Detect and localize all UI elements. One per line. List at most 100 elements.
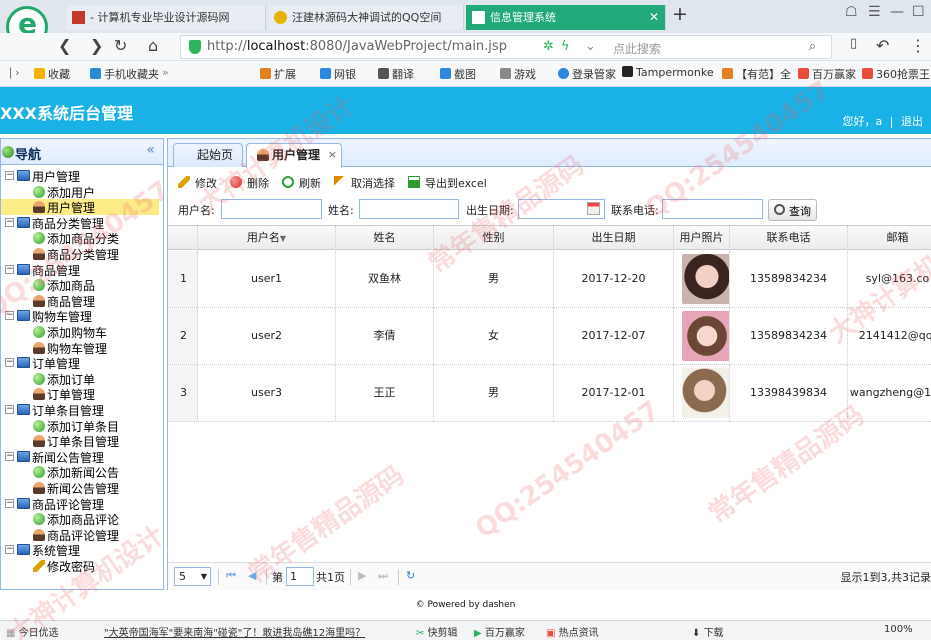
status-item[interactable]: ⬇ 下载 xyxy=(692,624,724,639)
sidebar-item[interactable]: 添加商品分类 xyxy=(1,230,159,246)
search-icon[interactable]: ⌕ xyxy=(809,39,816,54)
sidebar-item[interactable]: 商品评论管理 xyxy=(1,527,159,543)
header-photo[interactable]: 用户照片 xyxy=(674,226,730,250)
sidebar-item[interactable]: 购物车管理 xyxy=(1,340,159,356)
forward-icon[interactable]: ❯ xyxy=(90,36,103,55)
browser-tab-active[interactable]: 信息管理系统 ✕ xyxy=(466,5,666,30)
browser-tab-2[interactable]: 汪建林源码大神调试的QQ空间 xyxy=(268,5,464,30)
sidebar-item[interactable]: 添加新闻公告 xyxy=(1,464,159,480)
nav-group[interactable]: − 商品评论管理 xyxy=(1,496,159,512)
bookmark-item[interactable]: 登录管家 xyxy=(558,66,616,82)
reload-icon[interactable]: ↻ xyxy=(114,36,127,55)
sidebar-item[interactable]: 商品分类管理 xyxy=(1,246,159,262)
first-page-icon[interactable]: ⏮ xyxy=(226,569,236,583)
sidebar-item[interactable]: 商品管理 xyxy=(1,293,159,309)
header-username[interactable]: 用户名▼ xyxy=(198,226,336,250)
status-item[interactable]: ▶ 百万赢家 xyxy=(474,624,525,639)
bookmark-item[interactable]: 游戏 xyxy=(500,66,536,82)
bookmark-item[interactable]: 360抢票王 xyxy=(862,66,930,82)
page-size-select[interactable]: 5 ▼ xyxy=(174,567,211,586)
sidebar-item[interactable]: 添加商品 xyxy=(1,277,159,293)
nav-group[interactable]: − 订单管理 xyxy=(1,355,159,371)
bookmark-item[interactable]: 翻译 xyxy=(378,66,414,82)
close-icon[interactable]: × xyxy=(328,144,337,166)
collapse-toggle-icon[interactable]: − xyxy=(5,545,14,555)
more-icon[interactable]: ⋮ xyxy=(910,36,926,55)
status-item[interactable]: ▣ 热点资讯 xyxy=(546,624,599,639)
bookmark-item[interactable]: 【有范】全 xyxy=(722,66,791,82)
undo-icon[interactable]: ↶ xyxy=(876,36,889,55)
bookmark-item[interactable]: 收藏 xyxy=(34,66,70,82)
last-page-icon[interactable]: ⏭ xyxy=(378,569,388,583)
sidebar-item[interactable]: 新闻公告管理 xyxy=(1,480,159,496)
bookmark-item[interactable]: 扩展 xyxy=(260,66,296,82)
shirt-icon[interactable]: ☖ xyxy=(845,4,858,20)
bookmark-item[interactable]: 手机收藏夹 xyxy=(90,66,159,82)
nav-group[interactable]: − 新闻公告管理 xyxy=(1,449,159,465)
calendar-icon[interactable] xyxy=(587,202,600,215)
nav-group[interactable]: − 系统管理 xyxy=(1,542,159,558)
username-input[interactable] xyxy=(221,199,322,219)
logout-link[interactable]: 退出 xyxy=(901,115,923,128)
table-row[interactable]: 3 user3 王正男 2017-12-01 13398439834 wangzheng@… xyxy=(168,365,931,422)
tab-user-management[interactable]: 用户管理 × xyxy=(246,143,342,168)
compat-icon[interactable]: ✲ xyxy=(543,39,554,54)
name-input[interactable] xyxy=(359,199,459,219)
status-item[interactable]: ▦ 今日优选 xyxy=(6,624,59,639)
sidebar-item[interactable]: 订单管理 xyxy=(1,386,159,402)
table-row[interactable]: 2 user2 李倩女 2017-12-07 13589834234 2141412@qq… xyxy=(168,308,931,365)
sidebar-item[interactable]: 添加订单 xyxy=(1,371,159,387)
phone-input[interactable] xyxy=(662,199,763,219)
phone-icon[interactable]: ▯ xyxy=(850,36,857,51)
collapse-toggle-icon[interactable]: − xyxy=(5,451,14,461)
collapse-toggle-icon[interactable]: − xyxy=(5,311,14,321)
header-email[interactable]: 邮箱 xyxy=(848,226,931,250)
sidebar-item[interactable]: 添加商品评论 xyxy=(1,511,159,527)
nav-group[interactable]: − 订单条目管理 xyxy=(1,402,159,418)
bookmark-item[interactable]: 截图 xyxy=(440,66,476,82)
maximize-icon[interactable]: ☐ xyxy=(912,4,925,20)
new-tab-icon[interactable]: + xyxy=(672,3,688,25)
bookmark-item[interactable]: 百万赢家 xyxy=(798,66,856,82)
collapse-toggle-icon[interactable]: − xyxy=(5,264,14,274)
prev-page-icon[interactable]: ◀ xyxy=(248,569,256,582)
next-page-icon[interactable]: ▶ xyxy=(358,569,366,582)
collapse-toggle-icon[interactable]: − xyxy=(5,405,14,414)
header-gender[interactable]: 性别 xyxy=(434,226,554,250)
sidebar-item[interactable]: 用户管理 xyxy=(1,199,159,216)
query-button[interactable]: 查询 xyxy=(768,199,817,221)
menu-icon[interactable]: ☰ xyxy=(868,4,881,20)
nav-group[interactable]: − 用户管理 xyxy=(1,168,159,184)
minimize-icon[interactable]: — xyxy=(890,4,904,20)
sidebar-item[interactable]: 添加用户 xyxy=(1,184,159,200)
collapse-toggle-icon[interactable]: − xyxy=(5,171,14,180)
close-tab-icon[interactable]: ✕ xyxy=(649,5,659,30)
bookmark-toggle-icon[interactable]: ❘› xyxy=(6,66,20,79)
url-field[interactable]: http://localhost:8080/JavaWebProject/mai… xyxy=(180,35,832,59)
nav-group[interactable]: − 购物车管理 xyxy=(1,308,159,324)
collapse-toggle-icon[interactable]: − xyxy=(5,498,14,508)
nav-group[interactable]: − 商品管理 xyxy=(1,262,159,278)
more-bookmarks-icon[interactable]: » xyxy=(162,66,169,79)
header-birth[interactable]: 出生日期 xyxy=(554,226,674,250)
dropdown-icon[interactable]: ⌄ xyxy=(585,39,596,54)
news-link[interactable]: "大英帝国海军"要来南海"碰瓷"了！敢进我岛礁12海里吗？ xyxy=(104,624,365,639)
reload-icon[interactable]: ↻ xyxy=(406,569,415,582)
tab-home[interactable]: 起始页 xyxy=(173,143,243,167)
collapse-toggle-icon[interactable]: − xyxy=(5,217,14,227)
header-name[interactable]: 姓名 xyxy=(336,226,434,250)
zoom-level[interactable]: 100% xyxy=(884,624,913,635)
bookmark-item[interactable]: Tampermonke xyxy=(622,66,714,79)
browser-tab-1[interactable]: - 计算机专业毕业设计源码网 xyxy=(66,5,266,30)
sidebar-item[interactable]: 添加订单条目 xyxy=(1,418,159,434)
search-placeholder[interactable]: 点此搜索 xyxy=(613,40,661,57)
sidebar-item[interactable]: 修改密码 xyxy=(1,558,159,574)
bolt-icon[interactable]: ϟ xyxy=(561,39,570,54)
sidebar-item[interactable]: 添加购物车 xyxy=(1,324,159,340)
sidebar-item[interactable]: 订单条目管理 xyxy=(1,433,159,449)
collapse-toggle-icon[interactable]: − xyxy=(5,358,14,368)
home-icon[interactable]: ⌂ xyxy=(148,36,158,55)
back-icon[interactable]: ❮ xyxy=(58,36,71,55)
bookmark-item[interactable]: 网银 xyxy=(320,66,356,82)
table-row[interactable]: 1 user1 双鱼林男 2017-12-20 13589834234 syl@163.c… xyxy=(168,251,931,308)
